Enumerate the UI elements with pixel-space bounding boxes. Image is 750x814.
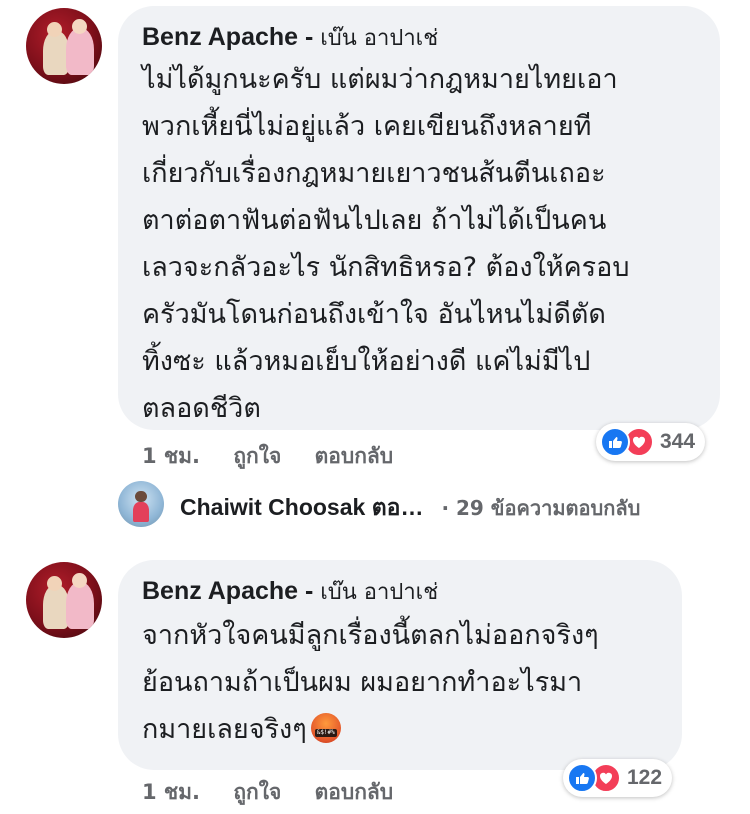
comment-text-body: จากหัวใจคนมีลูกเรื่องนี้ตลกไม่ออกจริงๆ ย… [142, 620, 599, 745]
reply-count[interactable]: · 29 ข้อความตอบกลับ [441, 492, 640, 524]
pouting-face-emoji: &$!#% [310, 713, 341, 743]
reaction-summary[interactable]: 122 [563, 759, 673, 797]
comment-author[interactable]: Benz Apache - เบ๊น อาปาเช่ [142, 574, 438, 609]
reply-avatar[interactable] [118, 481, 164, 527]
like-button[interactable]: ถูกใจ [233, 444, 281, 468]
comment-text: จากหัวใจคนมีลูกเรื่องนี้ตลกไม่ออกจริงๆ ย… [142, 612, 672, 753]
reaction-count: 344 [660, 430, 696, 453]
author-thai-name[interactable]: เบ๊น อาปาเช่ [320, 26, 438, 51]
comment-timestamp[interactable]: 1 ชม. [142, 444, 200, 468]
like-icon [567, 763, 597, 793]
author-name[interactable]: Benz Apache [142, 577, 298, 605]
reaction-count: 122 [627, 766, 663, 789]
commenter-avatar[interactable] [26, 8, 102, 84]
reply-button[interactable]: ตอบกลับ [315, 444, 394, 468]
comment-text: ไม่ได้มูกนะครับ แต่ผมว่ากฎหมายไทยเอา พวก… [142, 64, 630, 424]
author-separator: - [298, 577, 321, 605]
emoji-symbols: &$!#% [314, 729, 337, 737]
reply-author[interactable]: Chaiwit Choosak ตอ… [180, 490, 423, 526]
reply-button[interactable]: ตอบกลับ [315, 780, 394, 804]
like-icon [600, 427, 630, 457]
author-thai-name[interactable]: เบ๊น อาปาเช่ [320, 580, 438, 605]
comment-author[interactable]: Benz Apache - เบ๊น อาปาเช่ [142, 20, 438, 55]
author-separator: - [298, 23, 321, 51]
author-name[interactable]: Benz Apache [142, 23, 298, 51]
comment-actions: 1 ชม. ถูกใจ ตอบกลับ [142, 776, 419, 809]
reaction-summary[interactable]: 344 [596, 423, 706, 461]
view-replies-link[interactable]: Chaiwit Choosak ตอ… · 29 ข้อความตอบกลับ [180, 490, 640, 526]
comment-timestamp[interactable]: 1 ชม. [142, 780, 200, 804]
comment-actions: 1 ชม. ถูกใจ ตอบกลับ [142, 440, 419, 473]
like-button[interactable]: ถูกใจ [233, 780, 281, 804]
commenter-avatar[interactable] [26, 562, 102, 638]
